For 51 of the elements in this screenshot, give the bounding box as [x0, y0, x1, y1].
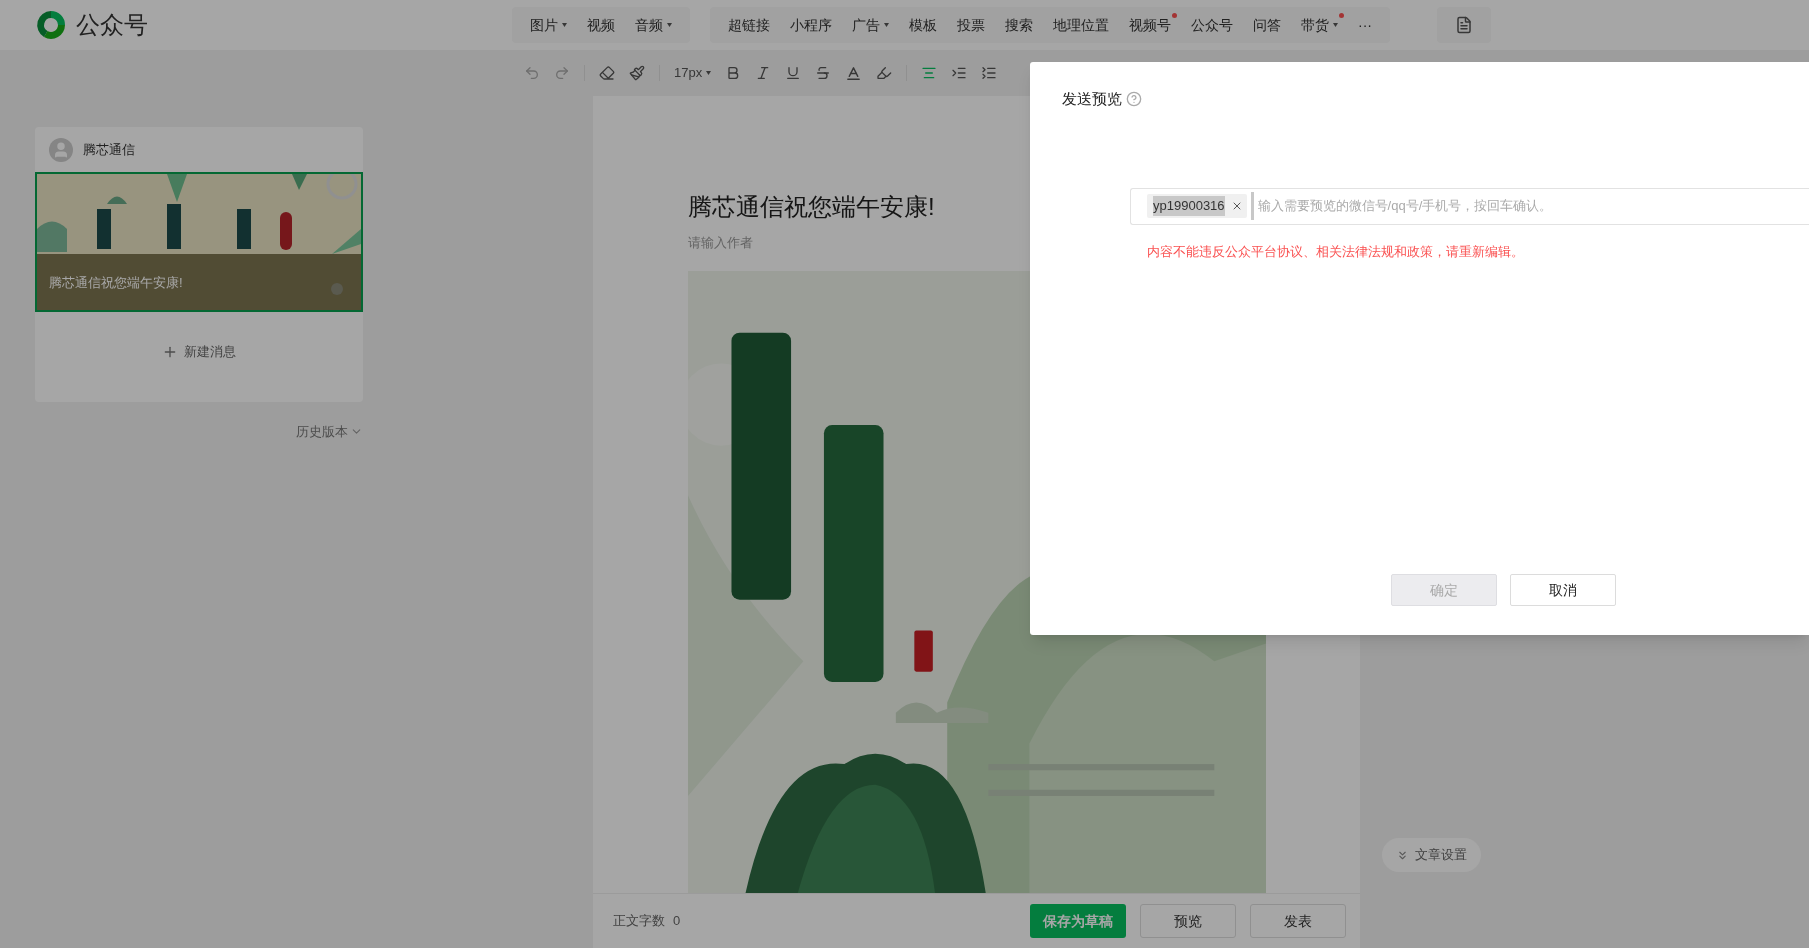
insert-tool[interactable]: 问答	[1243, 7, 1291, 43]
insert-tool[interactable]: ···	[1348, 7, 1382, 43]
recipient-field[interactable]: yp19900316 输入需要预览的微信号/qq号/手机号，按回车确认。	[1130, 187, 1809, 225]
font-color-icon[interactable]	[845, 64, 863, 82]
insert-tool[interactable]: 搜索	[995, 7, 1043, 43]
insert-tool[interactable]: 模板	[899, 7, 947, 43]
insert-tool[interactable]: 超链接	[718, 7, 780, 43]
insert-tool[interactable]: 小程序	[780, 7, 842, 43]
indent-icon[interactable]	[951, 65, 968, 81]
caret-icon	[562, 23, 567, 27]
error-message: 内容不能违反公众平台协议、相关法律法规和政策，请重新编辑。	[1147, 242, 1525, 261]
eraser-icon[interactable]	[599, 65, 615, 81]
font-size-select[interactable]: 17px	[674, 63, 712, 83]
footer-button[interactable]: 发表	[1250, 904, 1347, 938]
recipient-tag: yp19900316	[1147, 194, 1247, 218]
logo-icon	[34, 8, 68, 42]
new-message-button[interactable]: 新建消息	[162, 342, 236, 362]
caret-icon	[706, 71, 712, 75]
underline-icon[interactable]	[785, 65, 802, 81]
plus-icon	[162, 344, 178, 360]
strikethrough-icon[interactable]	[815, 65, 832, 81]
insert-tool[interactable]: 带货	[1291, 7, 1348, 43]
word-count: 0	[673, 912, 681, 931]
document-icon	[1455, 16, 1473, 34]
format-brush-icon[interactable]	[629, 65, 645, 81]
caret-icon	[1333, 23, 1338, 27]
history-button[interactable]: 历史版本	[296, 422, 363, 442]
caret-icon	[667, 23, 672, 27]
insert-tool[interactable]: 音频	[625, 7, 682, 43]
word-count-label: 正文字数	[613, 912, 665, 931]
article-settings-button[interactable]: 文章设置	[1382, 838, 1481, 872]
insert-tool[interactable]: 公众号	[1181, 7, 1243, 43]
line-spacing-icon[interactable]	[981, 65, 998, 81]
insert-tool[interactable]: 视频	[577, 7, 625, 43]
account-name: 腾芯通信	[83, 140, 135, 159]
document-button[interactable]	[1437, 7, 1491, 43]
footer-button[interactable]: 预览	[1140, 904, 1237, 938]
app-name: 公众号	[76, 10, 148, 40]
highlight-icon[interactable]	[876, 65, 893, 81]
recipient-input[interactable]: 输入需要预览的微信号/qq号/手机号，按回车确认。	[1257, 196, 1809, 216]
insert-tool[interactable]: 广告	[842, 7, 899, 43]
insert-tool[interactable]: 图片	[520, 7, 577, 43]
insert-tool[interactable]: 投票	[947, 7, 995, 43]
dialog-button[interactable]: 取消	[1510, 574, 1616, 606]
avatar-icon	[49, 137, 73, 162]
caret-icon	[884, 23, 889, 27]
insert-tool[interactable]: 视频号	[1119, 7, 1181, 43]
insert-tool[interactable]: 地理位置	[1043, 7, 1119, 43]
article-cover[interactable]: 腾芯通信祝您端午安康!	[35, 172, 363, 312]
dialog-title: 发送预览	[1062, 89, 1122, 109]
cover-caption: 腾芯通信祝您端午安康!	[49, 273, 183, 292]
